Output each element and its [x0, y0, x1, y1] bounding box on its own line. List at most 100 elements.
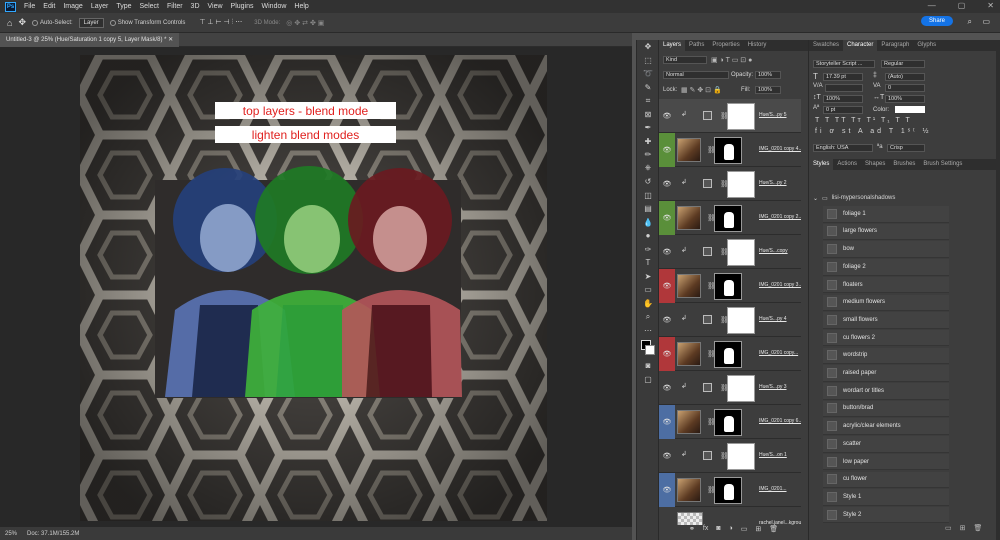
layer-row[interactable]: 👁 ↲ ⛓ Hue/S...copy: [659, 235, 801, 269]
trash-icon[interactable]: 🗑: [974, 524, 983, 532]
layer-mask-thumb[interactable]: [727, 307, 755, 334]
style-item[interactable]: floaters: [823, 276, 949, 294]
new-style-icon[interactable]: ⊞: [960, 524, 966, 532]
leading-input[interactable]: (Auto): [885, 73, 925, 81]
zoom-tool-icon[interactable]: ⌕: [637, 310, 659, 324]
layer-mask-thumb[interactable]: [727, 103, 755, 130]
layer-mask-thumb[interactable]: [714, 137, 742, 164]
style-item[interactable]: small flowers: [823, 312, 949, 329]
tab-properties[interactable]: Properties: [708, 40, 743, 51]
style-item[interactable]: foliage 2: [823, 259, 949, 276]
layer-mask-thumb[interactable]: [714, 341, 742, 368]
menu-view[interactable]: View: [204, 3, 227, 10]
baseline-input[interactable]: 0 pt: [823, 106, 863, 114]
tab-brushes[interactable]: Brushes: [889, 159, 919, 170]
layer-list[interactable]: 👁 ↲ ⛓ Hue/S...py 5 👁 ⛓ IMG_0201 copy 4... 👁 ↲ ⛓ Hu…: [659, 99, 809, 525]
tab-styles[interactable]: Styles: [809, 159, 834, 170]
menu-help[interactable]: Help: [290, 3, 312, 10]
style-item[interactable]: wordart or titles: [823, 383, 949, 400]
menu-image[interactable]: Image: [59, 3, 86, 10]
brush-tool-icon[interactable]: ✏: [637, 148, 659, 162]
share-button[interactable]: Share: [920, 16, 953, 26]
document-canvas[interactable]: top layers - blend mode lighten blend mo…: [80, 55, 547, 521]
search-icon[interactable]: ⌕: [968, 17, 972, 27]
auto-select-dropdown[interactable]: Layer: [78, 17, 104, 28]
style-item[interactable]: cu flowers 2: [823, 329, 949, 347]
menu-3d[interactable]: 3D: [187, 3, 204, 10]
type-tool-icon[interactable]: T: [637, 256, 659, 270]
layer-row[interactable]: 👁 ↲ ⛓ Hue/S...py 5: [659, 99, 801, 133]
dodge-tool-icon[interactable]: ●: [637, 229, 659, 243]
visibility-eye-icon[interactable]: 👁: [659, 337, 675, 371]
tab-brush-settings[interactable]: Brush Settings: [919, 159, 966, 170]
menu-select[interactable]: Select: [136, 3, 163, 10]
vertical-scale-input[interactable]: 100%: [823, 95, 863, 103]
tab-shapes[interactable]: Shapes: [861, 159, 889, 170]
visibility-eye-icon[interactable]: 👁: [659, 133, 675, 167]
filter-icons[interactable]: ▣ ◑ T ▭ ⊡ ●: [711, 56, 752, 64]
layer-mask-thumb[interactable]: [714, 409, 742, 436]
tab-character[interactable]: Character: [843, 40, 878, 51]
color-swatches[interactable]: [637, 337, 659, 359]
layer-mask-thumb[interactable]: [714, 273, 742, 300]
layer-thumb[interactable]: [677, 342, 701, 366]
layer-thumb[interactable]: [677, 274, 701, 298]
healing-tool-icon[interactable]: ✚: [637, 135, 659, 149]
style-item[interactable]: bow: [823, 241, 949, 258]
link-icon[interactable]: ⚭: [689, 525, 695, 533]
panel-scrollbar[interactable]: [996, 40, 1000, 540]
fx-icon[interactable]: fx: [703, 525, 708, 533]
layer-mask-thumb[interactable]: [714, 205, 742, 232]
layer-mask-thumb[interactable]: [727, 375, 755, 402]
document-tab[interactable]: Untitled-3 @ 25% (Hue/Saturation 1 copy …: [0, 33, 180, 47]
frame-tool-icon[interactable]: ⊠: [637, 108, 659, 122]
layer-row[interactable]: rachel.janel...kground...2: [659, 507, 801, 525]
folder-icon[interactable]: ▭: [945, 524, 952, 532]
quick-mask-icon[interactable]: ◙: [637, 359, 659, 373]
font-style-dropdown[interactable]: Regular: [881, 60, 925, 68]
tracking-input[interactable]: 0: [885, 84, 925, 92]
visibility-eye-icon[interactable]: 👁: [659, 235, 675, 269]
layer-mask-thumb[interactable]: [714, 477, 742, 504]
text-style-buttons[interactable]: T T TT Tт T¹ T₁ T T: [815, 117, 912, 124]
layer-thumb[interactable]: [677, 206, 701, 230]
opentype-buttons[interactable]: fi ơ st A ad T 1ˢᵗ ½: [815, 128, 932, 135]
visibility-eye-icon[interactable]: 👁: [659, 99, 675, 133]
layer-row[interactable]: 👁 ⛓ IMG_0201 copy 2...: [659, 201, 801, 235]
shape-tool-icon[interactable]: ▭: [637, 283, 659, 297]
lock-icons[interactable]: ▦ ✎ ✥ ⊡ 🔒: [681, 86, 722, 94]
blend-mode-dropdown[interactable]: Normal: [663, 71, 729, 80]
style-item[interactable]: scatter: [823, 436, 949, 453]
menu-filter[interactable]: Filter: [163, 3, 187, 10]
3d-mode-icons[interactable]: ◎ ✥ ⇄ ✤ ▣: [286, 19, 324, 27]
tab-swatches[interactable]: Swatches: [809, 40, 843, 51]
layer-row[interactable]: 👁 ⛓ IMG_0201...: [659, 473, 801, 507]
visibility-eye-icon[interactable]: 👁: [659, 303, 675, 337]
tab-actions[interactable]: Actions: [833, 159, 861, 170]
styles-group-header[interactable]: ⌄ ▭ lisi-mypersonalshadows: [813, 192, 991, 204]
font-size-input[interactable]: 17.39 pt: [823, 73, 863, 81]
path-select-icon[interactable]: ➤: [637, 270, 659, 284]
layer-thumb[interactable]: [677, 512, 703, 525]
adjust-icon[interactable]: ◑: [729, 525, 733, 533]
style-item[interactable]: medium flowers: [823, 294, 949, 311]
style-item[interactable]: cu flower: [823, 471, 949, 488]
text-color-swatch[interactable]: [895, 106, 925, 113]
workspace-icon[interactable]: ▭: [982, 17, 990, 26]
font-family-dropdown[interactable]: Storyteller Script ...: [813, 60, 875, 68]
screen-mode-icon[interactable]: ▢: [637, 373, 659, 387]
menu-layer[interactable]: Layer: [87, 3, 113, 10]
menu-window[interactable]: Window: [258, 3, 291, 10]
style-item[interactable]: Style 2: [823, 506, 949, 524]
layer-mask-thumb[interactable]: [727, 171, 755, 198]
transform-controls-checkbox[interactable]: Show Transform Controls: [109, 19, 185, 26]
menu-plugins[interactable]: Plugins: [227, 3, 258, 10]
layer-filter-dropdown[interactable]: Kind: [663, 56, 707, 65]
new-layer-icon[interactable]: ⊞: [755, 525, 761, 533]
auto-select-checkbox[interactable]: Auto-Select:: [31, 19, 73, 26]
eyedropper-tool-icon[interactable]: ✒: [637, 121, 659, 135]
chevron-down-icon[interactable]: ⌄: [813, 195, 818, 202]
layer-thumb[interactable]: [677, 138, 701, 162]
visibility-eye-icon[interactable]: 👁: [659, 201, 675, 235]
style-item[interactable]: low paper: [823, 453, 949, 471]
